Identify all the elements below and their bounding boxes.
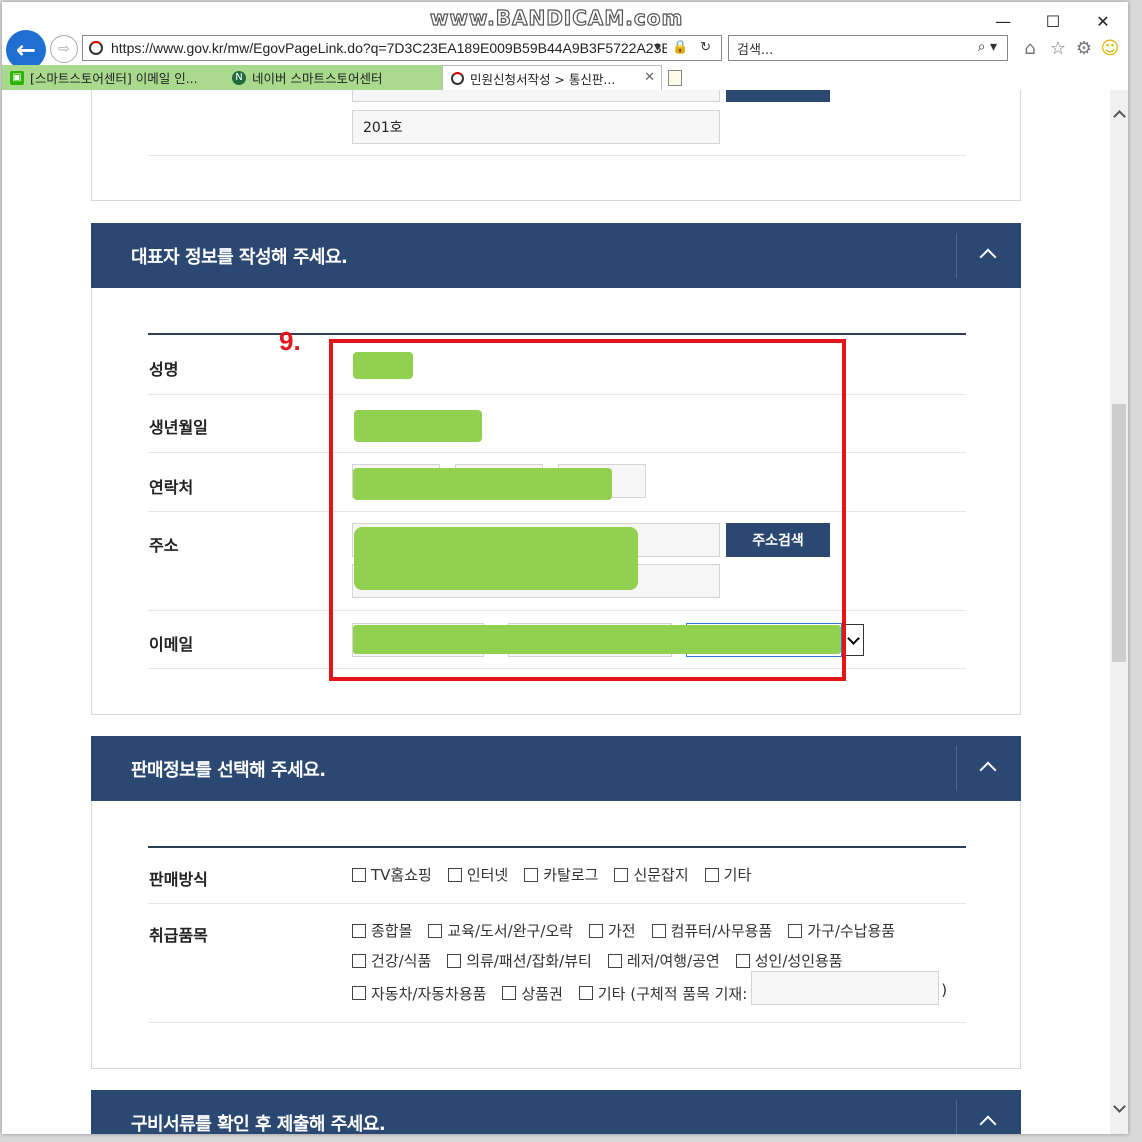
chevron-up-icon[interactable] <box>979 756 999 776</box>
label-name: 성명 <box>149 360 179 379</box>
checkbox-education-books[interactable]: 교육/도서/완구/오락 <box>428 920 573 941</box>
smartstore-icon: ▣ <box>10 70 24 85</box>
checkbox-appliances[interactable]: 가전 <box>588 920 636 941</box>
gear-icon[interactable]: ⚙ <box>1072 36 1096 60</box>
smiley-icon[interactable]: ☺ <box>1098 36 1122 60</box>
close-window-button[interactable]: ✕ <box>1088 10 1118 32</box>
item-options-row2: 건강/식품 의류/패션/잡화/뷰티 레저/여행/공연 성인/성인용품 <box>352 950 859 971</box>
browser-chrome: www.BANDICAM.com — ☐ ✕ ← ⇨ https://www.g… <box>2 2 1128 90</box>
scrollbar-thumb[interactable] <box>1112 404 1126 662</box>
checkbox-gift-card[interactable]: 상품권 <box>502 981 563 1005</box>
label-contact: 연락처 <box>149 478 194 497</box>
checkbox-newspaper[interactable]: 신문잡지 <box>614 864 689 885</box>
tab-bar: ▣ [스마트스토어센터] 이메일 인... N 네이버 스마트스토어센터 민원신… <box>2 65 1128 90</box>
gov-icon <box>451 71 464 85</box>
checkbox-tv-shopping[interactable]: TV홈쇼핑 <box>352 864 432 885</box>
search-placeholder: 검색... <box>737 42 774 58</box>
item-options-row3: 자동차/자동차용품 상품권 기타 (구체적 품목 기재: ) <box>352 971 947 1005</box>
checkbox-fashion-beauty[interactable]: 의류/패션/잡화/뷰티 <box>447 950 592 971</box>
back-button[interactable]: ← <box>6 30 46 70</box>
checkbox-automotive[interactable]: 자동차/자동차용품 <box>352 981 486 1005</box>
label-address: 주소 <box>149 536 179 555</box>
checkbox-leisure-travel[interactable]: 레저/여행/공연 <box>607 950 720 971</box>
scroll-up-icon[interactable] <box>1113 108 1125 120</box>
minimize-button[interactable]: — <box>988 10 1018 32</box>
new-tab-icon <box>668 69 682 86</box>
tab-smartstore-email[interactable]: ▣ [스마트스토어센터] 이메일 인... <box>2 65 224 90</box>
checkbox-computer-office[interactable]: 컴퓨터/사무용품 <box>651 920 772 941</box>
vertical-scrollbar[interactable] <box>1110 90 1128 1134</box>
item-options-row1: 종합몰 교육/도서/완구/오락 가전 컴퓨터/사무용품 가구/수납용품 <box>352 920 911 941</box>
tab-minwon[interactable]: 민원신청서작성 > 통신판... ✕ <box>442 65 662 90</box>
arrow-left-icon: ← <box>15 36 37 64</box>
documents-section-header[interactable]: 구비서류를 확인 후 제출해 주세요. <box>91 1090 1021 1134</box>
new-tab-button[interactable] <box>664 65 688 90</box>
checkbox-furniture[interactable]: 가구/수납용품 <box>788 920 895 941</box>
form-top-line <box>148 846 966 848</box>
business-detail-address-input[interactable]: 201호 <box>352 110 720 144</box>
label-email: 이메일 <box>149 635 194 654</box>
checkbox-health-food[interactable]: 건강/식품 <box>352 950 431 971</box>
search-icon[interactable]: ⌕ ▾ <box>978 39 997 55</box>
row-divider <box>148 155 966 156</box>
scroll-down-icon[interactable] <box>1113 1102 1125 1114</box>
maximize-button[interactable]: ☐ <box>1038 10 1068 32</box>
section-title: 구비서류를 확인 후 제출해 주세요. <box>131 1114 386 1134</box>
label-birth: 생년월일 <box>149 418 208 437</box>
home-icon[interactable]: ⌂ <box>1018 36 1042 60</box>
checkbox-general-mall[interactable]: 종합몰 <box>352 920 412 941</box>
forward-button[interactable]: ⇨ <box>50 35 78 63</box>
arrow-right-icon: ⇨ <box>58 41 70 57</box>
star-icon[interactable]: ☆ <box>1046 36 1070 60</box>
step-number: 9. <box>279 326 301 356</box>
tab-naver-smartstore[interactable]: N 네이버 스마트스토어센터 <box>224 65 442 90</box>
checkbox-item-etc[interactable]: 기타 (구체적 품목 기재: <box>578 981 747 1005</box>
url-text: https://www.gov.kr/mw/EgovPageLink.do?q=… <box>111 40 667 56</box>
form-top-line <box>148 333 966 335</box>
checkbox-adult[interactable]: 성인/성인용품 <box>735 950 843 971</box>
highlight-box <box>329 339 846 681</box>
site-icon <box>89 41 103 55</box>
checkbox-method-etc[interactable]: 기타 <box>704 864 751 885</box>
address-bar[interactable]: https://www.gov.kr/mw/EgovPageLink.do?q=… <box>82 35 722 61</box>
watermark: www.BANDICAM.com <box>429 5 684 30</box>
naver-icon: N <box>232 70 246 85</box>
etc-item-input[interactable] <box>751 971 940 1005</box>
sales-method-options: TV홈쇼핑 인터넷 카탈로그 신문잡지 기타 <box>352 864 767 885</box>
address-controls[interactable]: ▾ 🔒 ↻ <box>654 39 715 55</box>
sales-section-header[interactable]: 판매정보를 선택해 주세요. <box>91 736 1021 801</box>
label-items: 취급품목 <box>149 926 208 945</box>
page-content: 201호 대표자 정보를 작성해 주세요. 성명 생년월일 연락처 주소 주소검… <box>2 70 1110 1134</box>
section-title: 대표자 정보를 작성해 주세요. <box>131 247 348 268</box>
checkbox-internet[interactable]: 인터넷 <box>447 864 508 885</box>
chevron-up-icon[interactable] <box>979 1110 999 1130</box>
representative-section-header[interactable]: 대표자 정보를 작성해 주세요. <box>91 223 1021 288</box>
section-title: 판매정보를 선택해 주세요. <box>131 760 326 781</box>
browser-window: www.BANDICAM.com — ☐ ✕ ← ⇨ https://www.g… <box>2 2 1128 1134</box>
checkbox-catalog[interactable]: 카탈로그 <box>524 864 598 885</box>
close-tab-icon[interactable]: ✕ <box>644 70 655 85</box>
search-input[interactable]: 검색... ⌕ ▾ <box>728 35 1008 61</box>
label-sales-method: 판매방식 <box>149 870 208 889</box>
chevron-up-icon[interactable] <box>979 243 999 263</box>
